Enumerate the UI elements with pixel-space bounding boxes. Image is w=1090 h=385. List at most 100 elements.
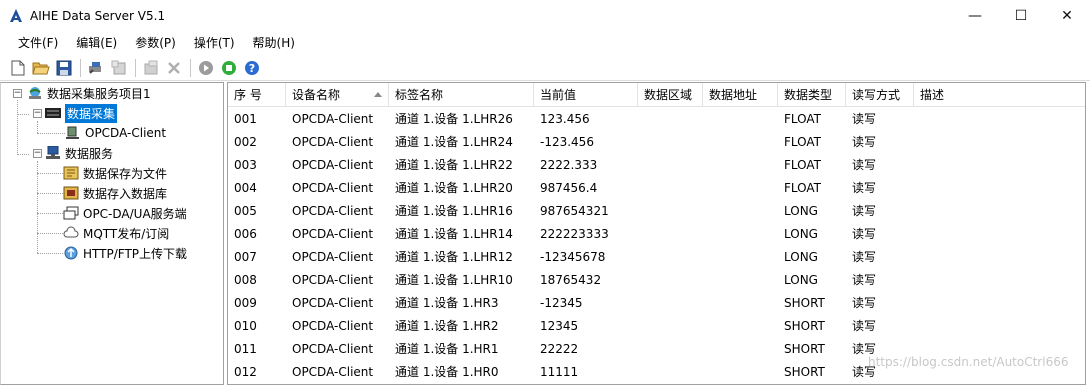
close-button[interactable]: ✕ bbox=[1044, 0, 1090, 31]
tree-node-collection[interactable]: 数据采集 bbox=[45, 103, 118, 123]
close-icon: ✕ bbox=[1061, 7, 1073, 24]
cell-index: 001 bbox=[234, 112, 257, 126]
add-tag-icon bbox=[144, 60, 158, 74]
cell-device: OPCDA-Client bbox=[292, 204, 374, 218]
new-file-button[interactable] bbox=[8, 58, 28, 78]
cell-type: LONG bbox=[784, 204, 818, 218]
cell-rw: 读写 bbox=[852, 158, 877, 172]
column-header-area[interactable]: 数据区域 bbox=[638, 83, 703, 107]
cell-value: 123.456 bbox=[540, 112, 590, 126]
cell-area bbox=[638, 338, 703, 361]
cell-index: 003 bbox=[234, 158, 257, 172]
tree-label-save-db: 数据存入数据库 bbox=[83, 186, 168, 201]
table-row[interactable]: 004 OPCDA-Client 通道 1.设备 1.LHR20 987456.4 FL… bbox=[228, 177, 1085, 200]
cell-device: OPCDA-Client bbox=[292, 135, 374, 149]
tree-collapse-toggle[interactable]: − bbox=[33, 109, 42, 118]
add-tag-button[interactable] bbox=[141, 58, 161, 78]
tree-line bbox=[37, 193, 63, 194]
table-row[interactable]: 010 OPCDA-Client 通道 1.设备 1.HR2 12345 SHORT 读写 bbox=[228, 315, 1085, 338]
table-header: 序 号 设备名称 标签名称 当前值 数据区域 数据地址 数据类型 读写方式 描述 bbox=[228, 83, 1085, 107]
menu-edit[interactable]: 编辑(E) bbox=[67, 32, 126, 54]
cell-value: 987456.4 bbox=[540, 181, 598, 195]
title-bar: AIHE Data Server V5.1 — ☐ ✕ bbox=[0, 0, 1090, 31]
tree-label-save-file: 数据保存为文件 bbox=[83, 166, 168, 181]
tree-label-http-ftp: HTTP/FTP上传下载 bbox=[83, 246, 188, 261]
cell-area bbox=[638, 223, 703, 246]
cell-type: FLOAT bbox=[784, 181, 822, 195]
table-row[interactable]: 001 OPCDA-Client 通道 1.设备 1.LHR26 123.456 FLO… bbox=[228, 108, 1085, 131]
open-button[interactable] bbox=[31, 58, 51, 78]
table-row[interactable]: 005 OPCDA-Client 通道 1.设备 1.LHR16 987654321 L… bbox=[228, 200, 1085, 223]
table-row[interactable]: 008 OPCDA-Client 通道 1.设备 1.LHR10 18765432 LO… bbox=[228, 269, 1085, 292]
tree-node-opc-server[interactable]: OPC-DA/UA服务端 bbox=[63, 204, 187, 222]
cell-desc bbox=[914, 177, 1085, 200]
tag-table: 序 号 设备名称 标签名称 当前值 数据区域 数据地址 数据类型 读写方式 描述… bbox=[227, 82, 1086, 385]
maximize-button[interactable]: ☐ bbox=[998, 0, 1044, 31]
menu-help[interactable]: 帮助(H) bbox=[244, 32, 304, 54]
computer-icon bbox=[65, 126, 81, 140]
start-button[interactable] bbox=[219, 58, 239, 78]
table-row[interactable]: 009 OPCDA-Client 通道 1.设备 1.HR3 -12345 SHORT 读… bbox=[228, 292, 1085, 315]
save-button[interactable] bbox=[54, 58, 74, 78]
tree-node-save-file[interactable]: 数据保存为文件 bbox=[63, 164, 167, 182]
minimize-button[interactable]: — bbox=[952, 0, 998, 31]
cell-area bbox=[638, 246, 703, 269]
cell-rw: 读写 bbox=[852, 204, 877, 218]
cell-rw: 读写 bbox=[852, 112, 877, 126]
delete-button[interactable] bbox=[164, 58, 184, 78]
cell-value: -12345 bbox=[540, 296, 583, 310]
cell-tag: 通道 1.设备 1.LHR22 bbox=[395, 158, 513, 172]
column-header-rw[interactable]: 读写方式 bbox=[846, 83, 914, 107]
server-window-icon bbox=[63, 206, 79, 220]
start-icon bbox=[222, 60, 236, 75]
project-tree: − 数据采集服务项目1 − 数据采集 OPCDA-Client − 数据服务 数… bbox=[0, 82, 224, 385]
cell-index: 005 bbox=[234, 204, 257, 218]
cell-type: SHORT bbox=[784, 342, 825, 356]
table-row[interactable]: 002 OPCDA-Client 通道 1.设备 1.LHR24 -123.456 FL… bbox=[228, 131, 1085, 154]
menu-operate[interactable]: 操作(T) bbox=[185, 32, 244, 54]
cell-type: LONG bbox=[784, 227, 818, 241]
cell-type: SHORT bbox=[784, 365, 825, 379]
add-device-button[interactable] bbox=[109, 58, 129, 78]
add-channel-button[interactable] bbox=[86, 58, 106, 78]
tree-line bbox=[17, 154, 29, 155]
column-header-type[interactable]: 数据类型 bbox=[778, 83, 846, 107]
menu-params[interactable]: 参数(P) bbox=[126, 32, 185, 54]
table-row[interactable]: 006 OPCDA-Client 通道 1.设备 1.LHR14 222223333 L… bbox=[228, 223, 1085, 246]
menu-file[interactable]: 文件(F) bbox=[9, 32, 67, 54]
server-icon bbox=[45, 106, 61, 120]
tree-node-mqtt[interactable]: MQTT发布/订阅 bbox=[63, 224, 169, 242]
toolbar-separator bbox=[190, 58, 191, 77]
column-header-device[interactable]: 设备名称 bbox=[286, 83, 389, 107]
tree-node-http-ftp[interactable]: HTTP/FTP上传下载 bbox=[63, 244, 187, 262]
column-header-tag[interactable]: 标签名称 bbox=[389, 83, 534, 107]
tree-node-services[interactable]: 数据服务 bbox=[45, 144, 113, 162]
table-row[interactable]: 007 OPCDA-Client 通道 1.设备 1.LHR12 -12345678 L… bbox=[228, 246, 1085, 269]
tree-node-opcda-client[interactable]: OPCDA-Client bbox=[65, 124, 166, 142]
cell-rw: 读写 bbox=[852, 227, 877, 241]
cell-tag: 通道 1.设备 1.LHR12 bbox=[395, 250, 513, 264]
column-header-address[interactable]: 数据地址 bbox=[703, 83, 778, 107]
cell-rw: 读写 bbox=[852, 250, 877, 264]
menu-bar: 文件(F) 编辑(E) 参数(P) 操作(T) 帮助(H) bbox=[0, 31, 1090, 55]
column-header-value[interactable]: 当前值 bbox=[534, 83, 638, 107]
cell-area bbox=[638, 200, 703, 223]
stop-button[interactable] bbox=[196, 58, 216, 78]
tree-collapse-toggle[interactable]: − bbox=[33, 149, 42, 158]
tree-node-save-db[interactable]: 数据存入数据库 bbox=[63, 184, 167, 202]
cell-area bbox=[638, 292, 703, 315]
cloud-icon bbox=[63, 226, 79, 240]
table-row[interactable]: 003 OPCDA-Client 通道 1.设备 1.LHR22 2222.333 FL… bbox=[228, 154, 1085, 177]
tree-label-services: 数据服务 bbox=[65, 146, 114, 161]
tree-collapse-toggle[interactable]: − bbox=[13, 89, 22, 98]
cell-index: 011 bbox=[234, 342, 257, 356]
column-header-desc[interactable]: 描述 bbox=[914, 83, 1085, 107]
help-button[interactable]: ? bbox=[242, 58, 262, 78]
cell-area bbox=[638, 177, 703, 200]
cell-value: -12345678 bbox=[540, 250, 606, 264]
stop-icon bbox=[199, 60, 213, 75]
tree-node-root[interactable]: 数据采集服务项目1 bbox=[27, 84, 151, 102]
column-header-index[interactable]: 序 号 bbox=[228, 83, 286, 107]
svg-text:?: ? bbox=[249, 62, 255, 75]
cell-device: OPCDA-Client bbox=[292, 250, 374, 264]
